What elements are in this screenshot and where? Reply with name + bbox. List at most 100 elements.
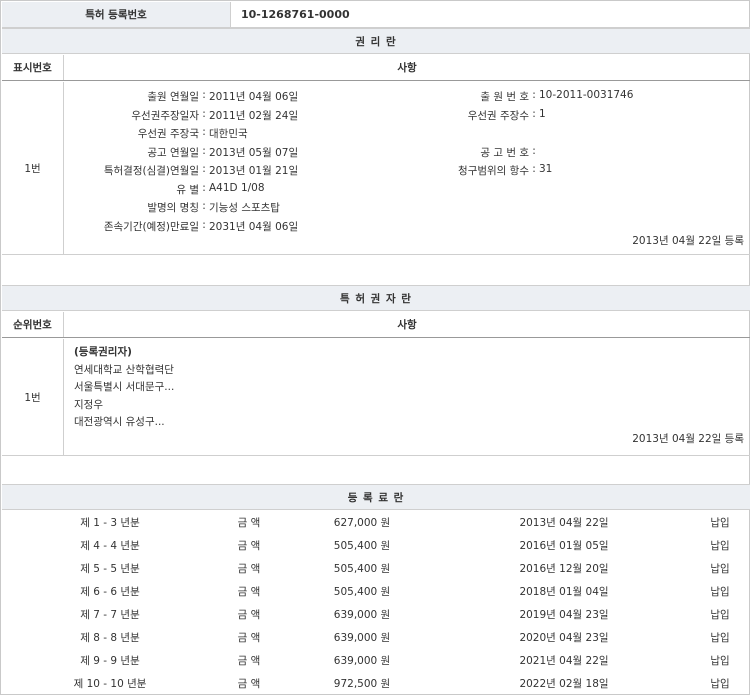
fee-period: 제 1 - 3 년분 bbox=[80, 517, 140, 529]
holder-col-content: 사항 bbox=[397, 319, 417, 331]
holder-section-title: 특 허 권 자 란 bbox=[2, 285, 750, 311]
holder-line: 서울특별시 서대문구... bbox=[74, 381, 175, 393]
rights-field-right-separator: : bbox=[532, 163, 536, 175]
holder-reg-date: 2013년 04월 22일 등록 bbox=[632, 433, 744, 445]
fee-date: 2022년 02월 18일 bbox=[519, 678, 609, 690]
rights-field: 유 별: A41D 1/08 bbox=[64, 181, 265, 197]
rights-field-right-value: 1 bbox=[539, 107, 546, 120]
rights-field: 공고 연월일:2013년 05월 07일 bbox=[64, 145, 298, 160]
rights-field-value: A41D 1/08 bbox=[209, 181, 265, 194]
rights-field-right-value: 10-2011-0031746 bbox=[539, 89, 634, 101]
rights-section-title: 권 리 란 bbox=[2, 28, 750, 54]
fee-period: 제 4 - 4 년분 bbox=[80, 540, 140, 552]
fee-status: 납입 bbox=[710, 563, 730, 575]
rights-field-separator: : bbox=[202, 126, 206, 138]
fee-status: 납입 bbox=[710, 609, 730, 621]
registration-row: 특허 등록번호 10-1268761-0000 bbox=[2, 2, 750, 28]
rights-field-separator: : bbox=[202, 218, 206, 231]
rights-field-separator: : bbox=[202, 181, 206, 194]
rights-field-right-separator: : bbox=[532, 107, 536, 120]
rights-field-label: 출원 연월일 bbox=[147, 91, 199, 103]
holder-index: 1번 bbox=[2, 339, 64, 455]
fee-status: 납입 bbox=[710, 632, 730, 644]
rights-field-label: 특허결정(심결)연월일 bbox=[103, 165, 199, 177]
fee-label: 금 액 bbox=[237, 586, 261, 598]
fee-label: 금 액 bbox=[237, 655, 261, 667]
fee-row: 제 10 - 10 년분 금 액 972,500 원 2022년 02월 18일 납입 bbox=[2, 672, 750, 695]
rights-field-right-label: 우선권 주장수 bbox=[467, 109, 529, 122]
fee-row: 제 4 - 4 년분 금 액 505,400 원 2016년 01월 05일 납입 bbox=[2, 534, 750, 557]
fee-period: 제 10 - 10 년분 bbox=[73, 678, 147, 690]
rights-column-header: 표시번호 사항 bbox=[2, 55, 750, 81]
fee-amount: 627,000 원 bbox=[333, 517, 391, 529]
fee-period: 제 8 - 8 년분 bbox=[80, 632, 140, 644]
rights-field: 발명의 명칭: 기능성 스포츠탑 bbox=[64, 200, 280, 215]
holder-line: 지정우 bbox=[74, 398, 103, 411]
rights-field-right-label: 공 고 번 호 bbox=[480, 146, 529, 159]
fee-row: 제 5 - 5 년분 금 액 505,400 원 2016년 12월 20일 납입 bbox=[2, 557, 750, 580]
fee-date: 2020년 04월 23일 bbox=[519, 632, 609, 644]
rights-field: 우선권주장일자:2011년 02월 24일 bbox=[64, 108, 298, 123]
registration-label: 특허 등록번호 bbox=[2, 2, 231, 27]
holder-line: 대전광역시 유성구... bbox=[74, 416, 165, 428]
rights-field-right: 우선권 주장수:1 bbox=[329, 108, 546, 123]
fee-row: 제 7 - 7 년분 금 액 639,000 원 2019년 04월 23일 납입 bbox=[2, 603, 750, 626]
rights-field-right: 공 고 번 호: bbox=[329, 145, 539, 160]
rights-body-row: 1번 2013년 04월 22일 등록 출원 연월일:2011년 04월 06일… bbox=[2, 82, 750, 255]
rights-field-separator: : bbox=[202, 163, 206, 175]
fee-amount: 639,000 원 bbox=[333, 655, 391, 667]
holder-body-row: 1번 2013년 04월 22일 등록 (등록권리자) 연세대학교 산학협력단서울… bbox=[2, 339, 750, 456]
rights-index: 1번 bbox=[2, 82, 64, 254]
rights-field-value: 2031년 04월 06일 bbox=[209, 220, 299, 233]
fee-section-title: 등 록 료 란 bbox=[2, 484, 750, 510]
rights-field: 우선권 주장국: 대한민국 bbox=[64, 126, 248, 141]
rights-field-right-separator: : bbox=[532, 144, 536, 157]
fee-status: 납입 bbox=[710, 540, 730, 552]
rights-field-value: 2013년 01월 21일 bbox=[209, 165, 299, 177]
rights-field-separator: : bbox=[202, 107, 206, 120]
fee-amount: 505,400 원 bbox=[333, 563, 391, 575]
rights-reg-date: 2013년 04월 22일 등록 bbox=[632, 235, 744, 247]
fee-row: 제 6 - 6 년분 금 액 505,400 원 2018년 01월 04일 납입 bbox=[2, 580, 750, 603]
fee-period: 제 7 - 7 년분 bbox=[80, 609, 140, 621]
fee-status: 납입 bbox=[710, 655, 730, 667]
rights-field-separator: : bbox=[202, 200, 206, 212]
registration-number: 10-1268761-0000 bbox=[241, 8, 350, 21]
rights-field-label: 공고 연월일 bbox=[147, 146, 199, 159]
fee-status: 납입 bbox=[710, 517, 730, 529]
fee-amount: 505,400 원 bbox=[333, 586, 391, 598]
rights-field-value: 기능성 스포츠탑 bbox=[209, 202, 280, 214]
fee-row: 제 1 - 3 년분 금 액 627,000 원 2013년 04월 22일 납입 bbox=[2, 511, 750, 534]
rights-content: 2013년 04월 22일 등록 출원 연월일:2011년 04월 06일 우선권… bbox=[64, 82, 750, 254]
rights-field: 특허결정(심결)연월일:2013년 01월 21일 bbox=[64, 163, 298, 178]
holder-line: 연세대학교 산학협력단 bbox=[74, 363, 174, 376]
fee-label: 금 액 bbox=[237, 563, 261, 575]
rights-field-label: 유 별 bbox=[176, 183, 199, 196]
rights-field-right-label: 출 원 번 호 bbox=[480, 91, 529, 103]
fee-date: 2013년 04월 22일 bbox=[519, 517, 609, 529]
fee-status: 납입 bbox=[710, 678, 730, 690]
rights-field-label: 우선권 주장국 bbox=[137, 128, 199, 140]
fee-row: 제 9 - 9 년분 금 액 639,000 원 2021년 04월 22일 납입 bbox=[2, 649, 750, 672]
rights-field-label: 우선권주장일자 bbox=[131, 109, 199, 122]
fee-date: 2021년 04월 22일 bbox=[519, 655, 609, 667]
rights-field: 존속기간(예정)만료일:2031년 04월 06일 bbox=[64, 219, 298, 234]
rights-field-right-label: 청구범위의 항수 bbox=[458, 165, 529, 177]
fee-label: 금 액 bbox=[237, 678, 261, 690]
rights-col-content: 사항 bbox=[397, 62, 417, 74]
rights-col-index: 표시번호 bbox=[2, 55, 64, 80]
fee-label: 금 액 bbox=[237, 540, 261, 552]
rights-field-right-value: 31 bbox=[539, 163, 553, 175]
fee-label: 금 액 bbox=[237, 517, 261, 529]
patent-register-frame: 특허 등록번호 10-1268761-0000 권 리 란 표시번호 사항 1번… bbox=[0, 0, 750, 695]
fee-date: 2016년 12월 20일 bbox=[519, 563, 609, 575]
rights-field-label: 존속기간(예정)만료일 bbox=[103, 220, 199, 233]
fee-row: 제 8 - 8 년분 금 액 639,000 원 2020년 04월 23일 납입 bbox=[2, 626, 750, 649]
holder-col-index: 순위번호 bbox=[2, 312, 64, 337]
rights-field-value: 2011년 04월 06일 bbox=[209, 91, 299, 103]
holder-line: (등록권리자) bbox=[74, 346, 132, 358]
fee-date: 2019년 04월 23일 bbox=[519, 609, 609, 621]
rights-field-separator: : bbox=[202, 144, 206, 157]
fee-table: 제 1 - 3 년분 금 액 627,000 원 2013년 04월 22일 납입 제 4… bbox=[2, 511, 750, 695]
rights-field-label: 발명의 명칭 bbox=[147, 202, 199, 214]
